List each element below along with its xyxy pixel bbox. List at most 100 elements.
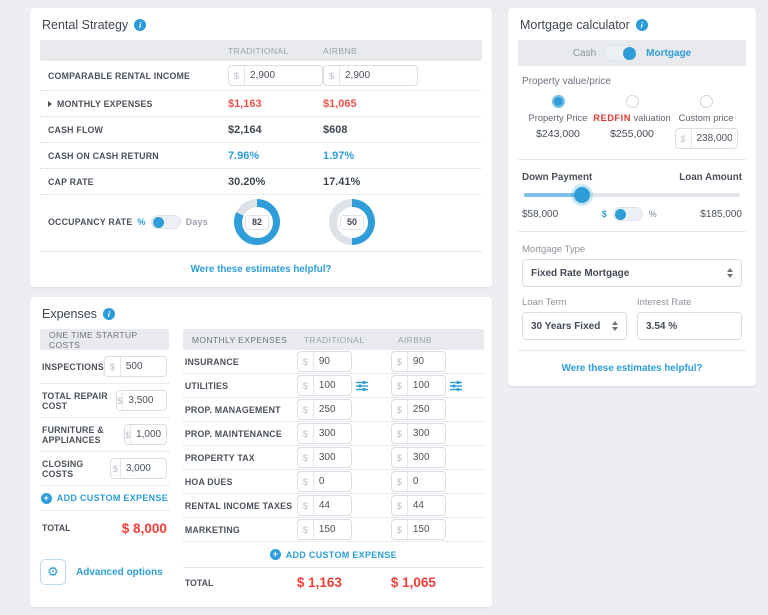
hoa-dues-airbnb-input[interactable]: $	[391, 471, 446, 492]
rental-income-airbnb-input[interactable]: $	[323, 65, 418, 86]
currency-symbol: $	[392, 424, 408, 443]
occupancy-donut-traditional: 82	[234, 199, 280, 245]
custom-price-radio[interactable]	[700, 95, 713, 108]
property-price-radio[interactable]	[552, 95, 565, 108]
row-insurance: INSURANCE $ $	[183, 350, 484, 374]
cash-mortgage-toggle[interactable]	[604, 45, 638, 61]
prop-maintenance-traditional-input[interactable]: $	[297, 423, 352, 444]
occupancy-traditional-value[interactable]: 82	[245, 215, 269, 230]
estimates-helpful-link[interactable]: Were these estimates helpful?	[191, 264, 332, 275]
property-tax-traditional-value[interactable]	[314, 448, 351, 467]
rental-income-traditional-input[interactable]: $	[228, 65, 323, 86]
rental-taxes-airbnb-input[interactable]: $	[391, 495, 446, 516]
prop-management-airbnb-value[interactable]	[408, 400, 445, 419]
mortgage-type-select[interactable]: Fixed Rate Mortgage	[522, 259, 742, 287]
custom-price-input[interactable]: $	[675, 128, 738, 149]
slider-knob[interactable]	[574, 187, 590, 203]
currency-symbol: $	[298, 520, 314, 539]
hoa-dues-traditional-input[interactable]: $	[297, 471, 352, 492]
advanced-options-button[interactable]: ⚙	[40, 559, 66, 585]
marketing-airbnb-input[interactable]: $	[391, 519, 446, 540]
row-monthly-expenses[interactable]: MONTHLY EXPENSES $1,163 $1,065	[40, 91, 482, 117]
utilities-airbnb-input[interactable]: $	[391, 375, 446, 396]
marketing-airbnb-value[interactable]	[408, 520, 445, 539]
property-tax-airbnb-input[interactable]: $	[391, 447, 446, 468]
occupancy-unit-days-label[interactable]: Days	[186, 217, 208, 227]
row-label: PROPERTY TAX	[185, 453, 297, 463]
add-custom-expense-monthly[interactable]: + ADD CUSTOM EXPENSE	[183, 542, 484, 567]
occupancy-unit-toggle[interactable]	[151, 215, 181, 229]
hoa-dues-traditional-value[interactable]	[314, 472, 351, 491]
row-closing-costs: CLOSING COSTS $	[40, 452, 169, 486]
column-header-airbnb: AIRBNB	[323, 46, 418, 56]
hoa-dues-airbnb-value[interactable]	[408, 472, 445, 491]
occupancy-airbnb-value[interactable]: 50	[340, 215, 364, 230]
prop-management-traditional-input[interactable]: $	[297, 399, 352, 420]
prop-management-traditional-value[interactable]	[314, 400, 351, 419]
closing-costs-input[interactable]: $	[110, 458, 167, 479]
estimates-helpful-link[interactable]: Were these estimates helpful?	[562, 363, 703, 374]
sliders-icon[interactable]	[356, 380, 368, 392]
rental-income-traditional-value[interactable]	[245, 66, 290, 85]
property-tax-traditional-input[interactable]: $	[297, 447, 352, 468]
rental-taxes-traditional-value[interactable]	[314, 496, 351, 515]
marketing-traditional-value[interactable]	[314, 520, 351, 539]
utilities-airbnb-value[interactable]	[408, 376, 445, 395]
prop-management-airbnb-input[interactable]: $	[391, 399, 446, 420]
prop-maintenance-airbnb-value[interactable]	[408, 424, 445, 443]
down-payment-slider[interactable]	[524, 193, 740, 197]
closing-costs-value[interactable]	[121, 459, 166, 478]
rental-income-airbnb-value[interactable]	[340, 66, 385, 85]
prop-maintenance-traditional-value[interactable]	[314, 424, 351, 443]
custom-price-value[interactable]	[692, 129, 737, 148]
expand-arrow-icon[interactable]	[48, 101, 52, 107]
add-custom-expense-startup[interactable]: + ADD CUSTOM EXPENSE	[40, 486, 169, 511]
inspections-value[interactable]	[121, 357, 166, 376]
repair-cost-value[interactable]	[123, 391, 166, 410]
cash-option-label[interactable]: Cash	[573, 48, 596, 59]
interest-rate-field: Interest Rate	[637, 297, 742, 340]
dollar-percent-toggle[interactable]	[613, 207, 643, 221]
insurance-traditional-value[interactable]	[314, 352, 351, 371]
utilities-traditional-value[interactable]	[314, 376, 351, 395]
sliders-icon[interactable]	[450, 380, 462, 392]
down-payment-amount: $58,000	[522, 209, 558, 220]
row-cap-rate: CAP RATE 30.20% 17.41%	[40, 169, 482, 195]
percent-option-label[interactable]: %	[649, 209, 657, 219]
prop-maintenance-airbnb-input[interactable]: $	[391, 423, 446, 444]
marketing-traditional-input[interactable]: $	[297, 519, 352, 540]
insurance-airbnb-value[interactable]	[408, 352, 445, 371]
insurance-traditional-input[interactable]: $	[297, 351, 352, 372]
rental-strategy-card: Rental Strategy i TRADITIONAL AIRBNB COM…	[30, 8, 492, 287]
utilities-traditional-input[interactable]: $	[297, 375, 352, 396]
rental-taxes-traditional-input[interactable]: $	[297, 495, 352, 516]
occupancy-unit-percent-label[interactable]: %	[137, 217, 145, 227]
inspections-input[interactable]: $	[104, 356, 167, 377]
repair-cost-input[interactable]: $	[116, 390, 166, 411]
occupancy-donut-traditional-wrap: 82	[228, 199, 323, 245]
insurance-airbnb-input[interactable]: $	[391, 351, 446, 372]
cash-flow-traditional: $2,164	[228, 124, 323, 136]
interest-rate-input[interactable]	[637, 312, 742, 340]
row-hoa-dues: HOA DUES $ $	[183, 470, 484, 494]
info-icon[interactable]: i	[636, 19, 648, 31]
furniture-input[interactable]: $	[124, 424, 167, 445]
row-label: CASH FLOW	[48, 125, 228, 135]
down-payment-values: $58,000 $ % $185,000	[522, 207, 742, 221]
info-icon[interactable]: i	[134, 19, 146, 31]
furniture-value[interactable]	[131, 425, 167, 444]
mortgage-option-label[interactable]: Mortgage	[646, 48, 691, 59]
dollar-option-label[interactable]: $	[602, 209, 607, 219]
advanced-options-link[interactable]: Advanced options	[76, 567, 163, 578]
interest-rate-value[interactable]	[646, 321, 733, 332]
divider	[518, 231, 746, 232]
rental-taxes-airbnb-value[interactable]	[408, 496, 445, 515]
info-icon[interactable]: i	[103, 308, 115, 320]
row-prop-management: PROP. MANAGEMENT $ $	[183, 398, 484, 422]
loan-term-select[interactable]: 30 Years Fixed	[522, 312, 627, 340]
redfin-valuation-radio[interactable]	[626, 95, 639, 108]
monthly-expenses-airbnb: $1,065	[323, 98, 418, 110]
cash-on-cash-airbnb: 1.97%	[323, 150, 418, 162]
toggle-knob	[615, 209, 626, 220]
property-tax-airbnb-value[interactable]	[408, 448, 445, 467]
